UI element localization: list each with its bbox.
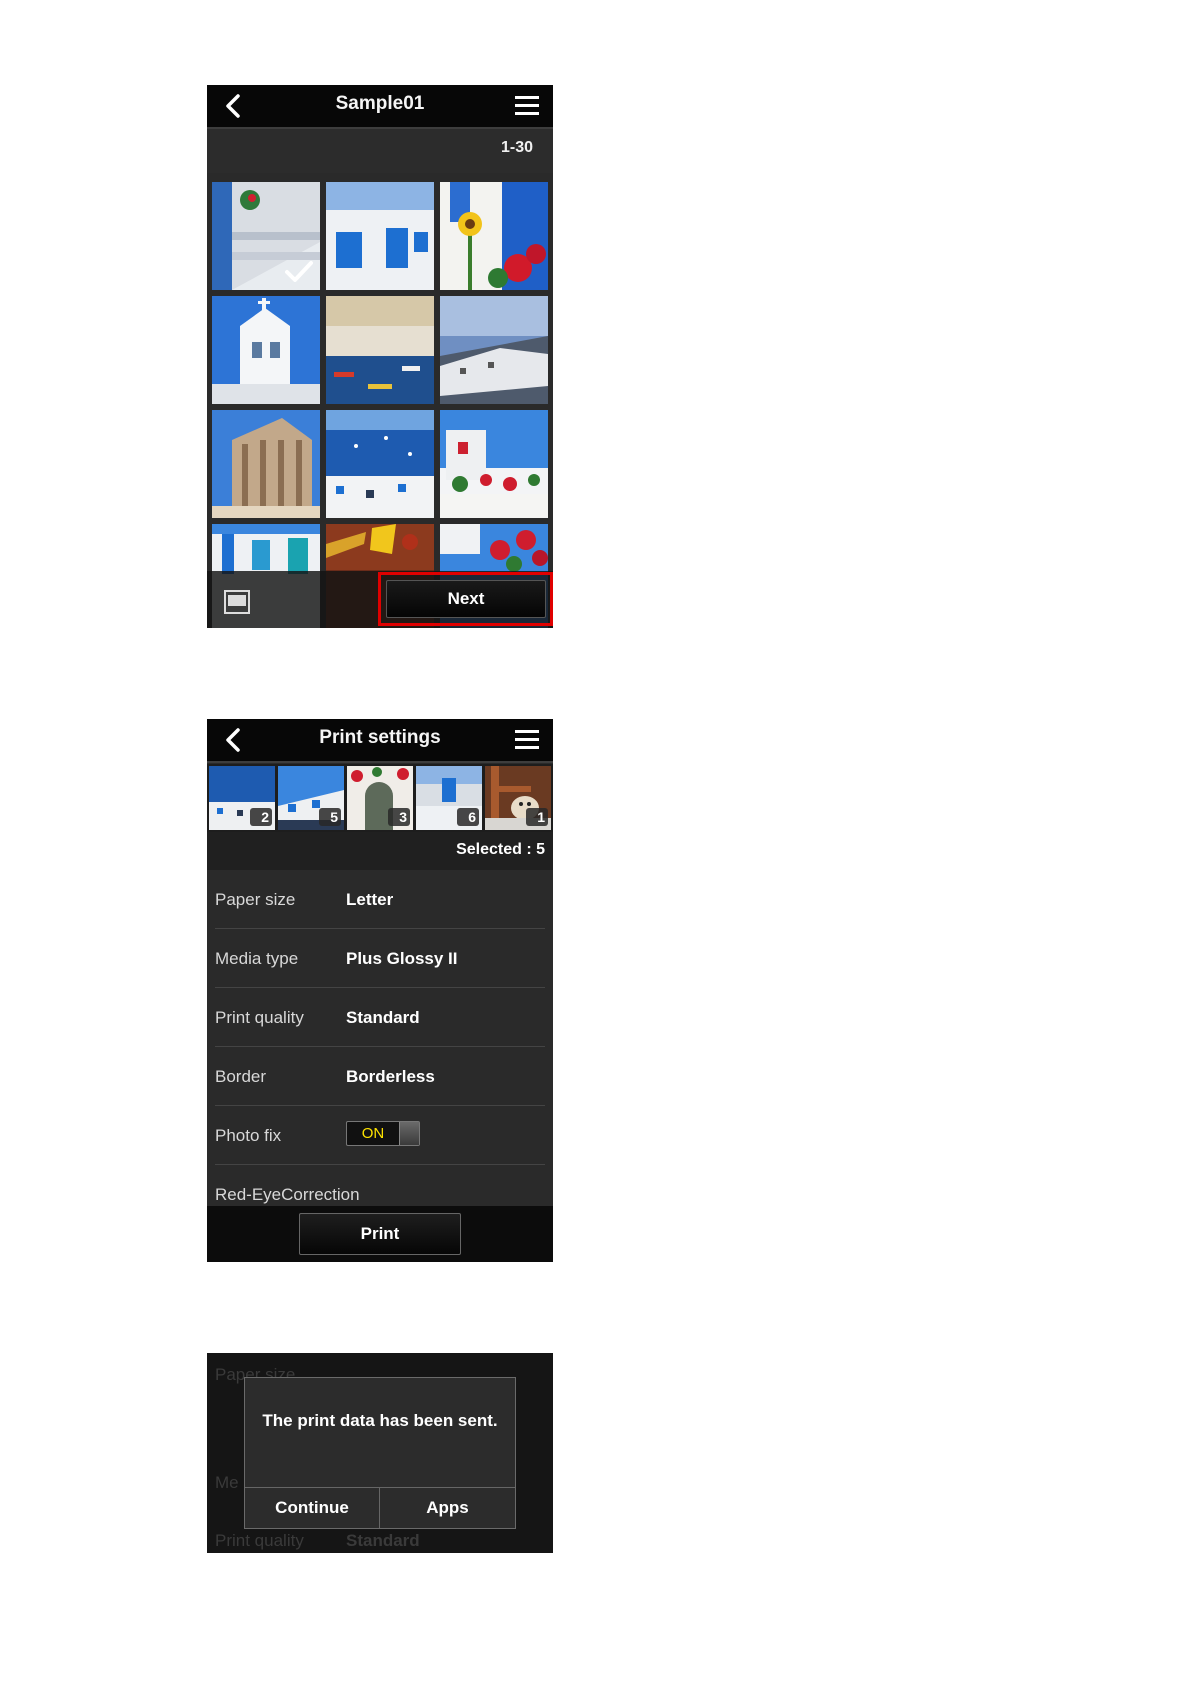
print-bar: Print [207, 1206, 553, 1262]
print-sent-screen: Paper size Me Print quality Standard The… [207, 1353, 553, 1553]
setting-row-border[interactable]: Border Borderless [215, 1047, 545, 1106]
selected-thumbnails-strip[interactable]: 2 5 3 6 1 [207, 764, 553, 832]
continue-button[interactable]: Continue [245, 1488, 380, 1528]
setting-value: Plus Glossy II [346, 949, 458, 968]
bottom-bar: Next [207, 571, 553, 628]
setting-label: Print quality [215, 1008, 304, 1027]
background-label-media-type: Me [215, 1473, 239, 1492]
photo-thumbnail[interactable] [326, 410, 434, 518]
selected-count: Selected : 5 [456, 841, 545, 858]
selected-count-bar: Selected : 5 [207, 832, 553, 870]
back-arrow-icon[interactable] [221, 727, 245, 753]
view-mode-icon[interactable] [224, 590, 250, 614]
menu-icon[interactable] [513, 93, 541, 117]
next-button[interactable]: Next [386, 580, 546, 618]
photo-grid [212, 182, 552, 628]
selected-thumbnail[interactable]: 3 [347, 766, 413, 830]
page-title: Print settings [319, 727, 441, 748]
print-count-badge: 5 [319, 808, 341, 826]
setting-row-print-quality[interactable]: Print quality Standard [215, 988, 545, 1047]
selected-thumbnail[interactable]: 2 [209, 766, 275, 830]
setting-label: Border [215, 1067, 267, 1086]
setting-label: Media type [215, 949, 299, 968]
photo-thumbnail[interactable] [326, 182, 434, 290]
photo-fix-toggle[interactable]: ON [346, 1121, 420, 1146]
page-title: Sample01 [335, 93, 425, 114]
background-value-print-quality: Standard [346, 1531, 420, 1550]
print-sent-dialog: The print data has been sent. Continue A… [244, 1377, 516, 1529]
selected-thumbnail[interactable]: 1 [485, 766, 551, 830]
title-bar: Print settings [207, 719, 553, 763]
photo-range: 1-30 [500, 139, 533, 156]
range-bar: 1-30 [207, 129, 553, 173]
print-settings-screen: Print settings 2 5 3 6 1 Selected : 5 Pa… [207, 719, 553, 1262]
toggle-knob [399, 1122, 419, 1145]
setting-value: Standard [346, 1008, 420, 1027]
dialog-buttons: Continue Apps [245, 1487, 515, 1528]
title-bar: Sample01 [207, 85, 553, 129]
selected-thumbnail[interactable]: 6 [416, 766, 482, 830]
setting-row-paper-size[interactable]: Paper size Letter [215, 870, 545, 929]
apps-button[interactable]: Apps [380, 1488, 515, 1528]
photo-thumbnail[interactable] [212, 410, 320, 518]
print-button[interactable]: Print [299, 1213, 461, 1255]
selected-thumbnail[interactable]: 5 [278, 766, 344, 830]
setting-label: Red-EyeCorrection [215, 1185, 360, 1204]
photo-list-screen: Sample01 1-30 Next [207, 85, 553, 628]
setting-label: Photo fix [215, 1126, 282, 1145]
setting-value: Borderless [346, 1067, 435, 1086]
background-label-print-quality: Print quality [215, 1531, 304, 1550]
photo-thumbnail[interactable] [212, 296, 320, 404]
setting-label: Paper size [215, 890, 296, 909]
photo-thumbnail[interactable] [212, 182, 320, 290]
setting-value: Letter [346, 890, 394, 909]
print-count-badge: 3 [388, 808, 410, 826]
setting-row-photo-fix: Photo fix ON [215, 1106, 545, 1165]
print-count-badge: 6 [457, 808, 479, 826]
print-count-badge: 1 [526, 808, 548, 826]
photo-thumbnail[interactable] [440, 410, 548, 518]
toggle-state: ON [361, 1125, 385, 1142]
menu-icon[interactable] [513, 727, 541, 751]
photo-thumbnail[interactable] [326, 296, 434, 404]
settings-list: Paper size Letter Media type Plus Glossy… [207, 870, 553, 1224]
back-arrow-icon[interactable] [221, 93, 245, 119]
checkmark-icon [285, 261, 313, 282]
dialog-message: The print data has been sent. [262, 1411, 498, 1430]
setting-row-media-type[interactable]: Media type Plus Glossy II [215, 929, 545, 988]
print-count-badge: 2 [250, 808, 272, 826]
photo-thumbnail[interactable] [440, 296, 548, 404]
photo-thumbnail[interactable] [440, 182, 548, 290]
